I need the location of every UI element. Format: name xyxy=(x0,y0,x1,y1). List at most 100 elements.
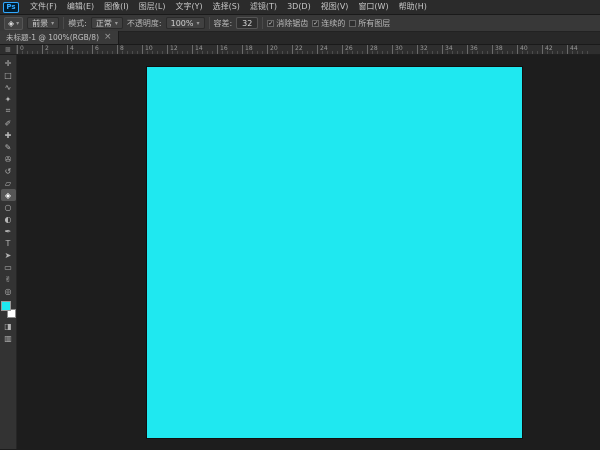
move-tool[interactable]: ✛ xyxy=(1,57,16,69)
menu-item[interactable]: 选择(S) xyxy=(208,0,245,14)
ruler-tick: 4 xyxy=(67,45,92,54)
zoom-tool[interactable]: ◎ xyxy=(1,285,16,297)
menu-item[interactable]: 窗口(W) xyxy=(353,0,393,14)
menu-item[interactable]: 文字(Y) xyxy=(170,0,207,14)
ruler-tick: 14 xyxy=(192,45,217,54)
menu-item[interactable]: 图层(L) xyxy=(134,0,171,14)
divider xyxy=(63,17,65,29)
tolerance-label: 容差: xyxy=(213,18,233,28)
healing-brush-tool[interactable]: ✚ xyxy=(1,129,16,141)
ruler-tick: 10 xyxy=(142,45,167,54)
ruler-corner-icon: ▩ xyxy=(0,45,17,54)
document-tab[interactable]: 未标题-1 @ 100%(RGB/8) × xyxy=(0,31,119,44)
close-icon[interactable]: × xyxy=(104,33,112,42)
pen-tool[interactable]: ✒ xyxy=(1,225,16,237)
clone-stamp-tool[interactable]: ✇ xyxy=(1,153,16,165)
options-checkboxes: ✓ 消除锯齿 ✓ 连续的 所有图层 xyxy=(267,18,394,29)
divider xyxy=(208,17,210,29)
opacity-value: 100% xyxy=(170,18,194,28)
menu-item[interactable]: 帮助(H) xyxy=(394,0,432,14)
document-title: 未标题-1 @ 100%(RGB/8) xyxy=(6,33,100,42)
brush-tool[interactable]: ✎ xyxy=(1,141,16,153)
ruler-tick: 34 xyxy=(442,45,467,54)
mode-select[interactable]: 正常 ▾ xyxy=(90,17,123,29)
menu-item[interactable]: 滤镜(T) xyxy=(245,0,282,14)
tool-list: ✛ □ ∿ ✦ ⌗ ✐ ✚ ✎ ✇ ↺ ▱ ◈ ○ ◐ ✒ T ➤ ▭ ✌ ◎ xyxy=(0,57,16,297)
photoshop-window: Ps 文件(F) 编辑(E) 图像(I) 图层(L) 文字(Y) 选择(S) 滤镜(T) 3D… xyxy=(0,0,600,449)
lasso-tool[interactable]: ∿ xyxy=(1,81,16,93)
quick-selection-tool[interactable]: ✦ xyxy=(1,93,16,105)
options-bar: ◈ ▾ 前景 ▾ 模式: 正常 ▾ 不透明度: 100% ▾ 容差: 32 ✓ 消… xyxy=(0,15,600,32)
checkbox-unchecked-icon xyxy=(349,19,357,27)
option-checkbox[interactable]: ✓ 消除锯齿 xyxy=(267,18,308,29)
eraser-tool[interactable]: ▱ xyxy=(1,177,16,189)
menu-item[interactable]: 3D(D) xyxy=(282,0,316,14)
opacity-select[interactable]: 100% ▾ xyxy=(165,17,205,29)
menu-item[interactable]: 视图(V) xyxy=(316,0,354,14)
document-tab-bar: 未标题-1 @ 100%(RGB/8) × xyxy=(0,31,600,45)
menu-bar: Ps 文件(F) 编辑(E) 图像(I) 图层(L) 文字(Y) 选择(S) 滤镜(T) 3D… xyxy=(0,0,600,15)
menu-item[interactable]: 编辑(E) xyxy=(62,0,99,14)
screen-mode-button[interactable]: ▥ xyxy=(1,332,16,344)
quick-mask-button[interactable]: ◨ xyxy=(1,320,16,332)
paint-bucket-tool[interactable]: ◈ xyxy=(0,189,16,201)
tolerance-input[interactable]: 32 xyxy=(236,17,259,29)
ruler-tick: 2 xyxy=(42,45,67,54)
chevron-down-icon: ▾ xyxy=(196,19,200,27)
mode-value: 正常 xyxy=(95,18,112,28)
eyedropper-tool[interactable]: ✐ xyxy=(1,117,16,129)
ruler-tick: 26 xyxy=(342,45,367,54)
ruler-tick: 0 xyxy=(17,45,42,54)
ruler-tick: 22 xyxy=(292,45,317,54)
fill-source-select[interactable]: 前景 ▾ xyxy=(27,17,60,29)
tool-bar: ✛ □ ∿ ✦ ⌗ ✐ ✚ ✎ ✇ ↺ ▱ ◈ ○ ◐ ✒ T ➤ ▭ ✌ ◎ ◨ ▥ xyxy=(0,55,17,449)
ruler-tick: 42 xyxy=(542,45,567,54)
checkbox-label: 消除锯齿 xyxy=(276,18,309,28)
ruler-tick: 40 xyxy=(517,45,542,54)
rectangular-marquee-tool[interactable]: □ xyxy=(1,69,16,81)
shape-tool[interactable]: ▭ xyxy=(1,261,16,273)
checkbox-checked-icon: ✓ xyxy=(267,19,275,27)
ruler-tick: 8 xyxy=(117,45,142,54)
chevron-down-icon: ▾ xyxy=(51,19,55,27)
ruler-tick: 24 xyxy=(317,45,342,54)
ruler-tick: 18 xyxy=(242,45,267,54)
option-checkbox[interactable]: ✓ 连续的 xyxy=(312,18,345,29)
ruler-tick: 44 xyxy=(567,45,592,54)
tool-list-bottom: ◨ ▥ xyxy=(1,320,16,344)
ruler-tick: 6 xyxy=(92,45,117,54)
ruler-bar: ▩ 0 2 4 6 8 10 12 14 16 18 20 22 24 26 28 30 32 34 36 38 40 4… xyxy=(0,45,600,55)
tool-preset-picker[interactable]: ◈ ▾ xyxy=(4,16,24,30)
color-swatches xyxy=(0,301,16,318)
mode-label: 模式: xyxy=(68,18,87,28)
blur-tool[interactable]: ○ xyxy=(1,201,16,213)
paint-bucket-icon: ◈ xyxy=(8,18,15,28)
horizontal-ruler[interactable]: 0 2 4 6 8 10 12 14 16 18 20 22 24 26 28 30 32 34 36 38 40 42 4… xyxy=(17,45,600,54)
ruler-tick: 20 xyxy=(267,45,292,54)
history-brush-tool[interactable]: ↺ xyxy=(1,165,16,177)
menu-item[interactable]: 图像(I) xyxy=(99,0,134,14)
canvas[interactable] xyxy=(147,67,522,438)
ruler-tick: 16 xyxy=(217,45,242,54)
ruler-tick: 28 xyxy=(367,45,392,54)
opacity-label: 不透明度: xyxy=(126,18,162,28)
option-checkbox[interactable]: 所有图层 xyxy=(349,18,390,29)
ruler-tick: 30 xyxy=(392,45,417,54)
type-tool[interactable]: T xyxy=(1,237,16,249)
main-area: ✛ □ ∿ ✦ ⌗ ✐ ✚ ✎ ✇ ↺ ▱ ◈ ○ ◐ ✒ T ➤ ▭ ✌ ◎ ◨ ▥ xyxy=(0,55,600,449)
foreground-color-swatch[interactable] xyxy=(0,301,11,311)
menu-item[interactable]: 文件(F) xyxy=(25,0,62,14)
hand-tool[interactable]: ✌ xyxy=(1,273,16,285)
chevron-down-icon: ▾ xyxy=(114,19,118,27)
dodge-tool[interactable]: ◐ xyxy=(1,213,16,225)
ruler-tick: 38 xyxy=(492,45,517,54)
checkbox-label: 所有图层 xyxy=(358,18,391,28)
app-logo-icon: Ps xyxy=(3,1,19,13)
canvas-area xyxy=(17,55,600,449)
crop-tool[interactable]: ⌗ xyxy=(1,105,16,117)
ruler-tick: 32 xyxy=(417,45,442,54)
ruler-tick: 36 xyxy=(467,45,492,54)
path-selection-tool[interactable]: ➤ xyxy=(1,249,16,261)
menu-items: 文件(F) 编辑(E) 图像(I) 图层(L) 文字(Y) 选择(S) 滤镜(T) 3D(D)… xyxy=(25,0,432,14)
divider xyxy=(262,17,264,29)
